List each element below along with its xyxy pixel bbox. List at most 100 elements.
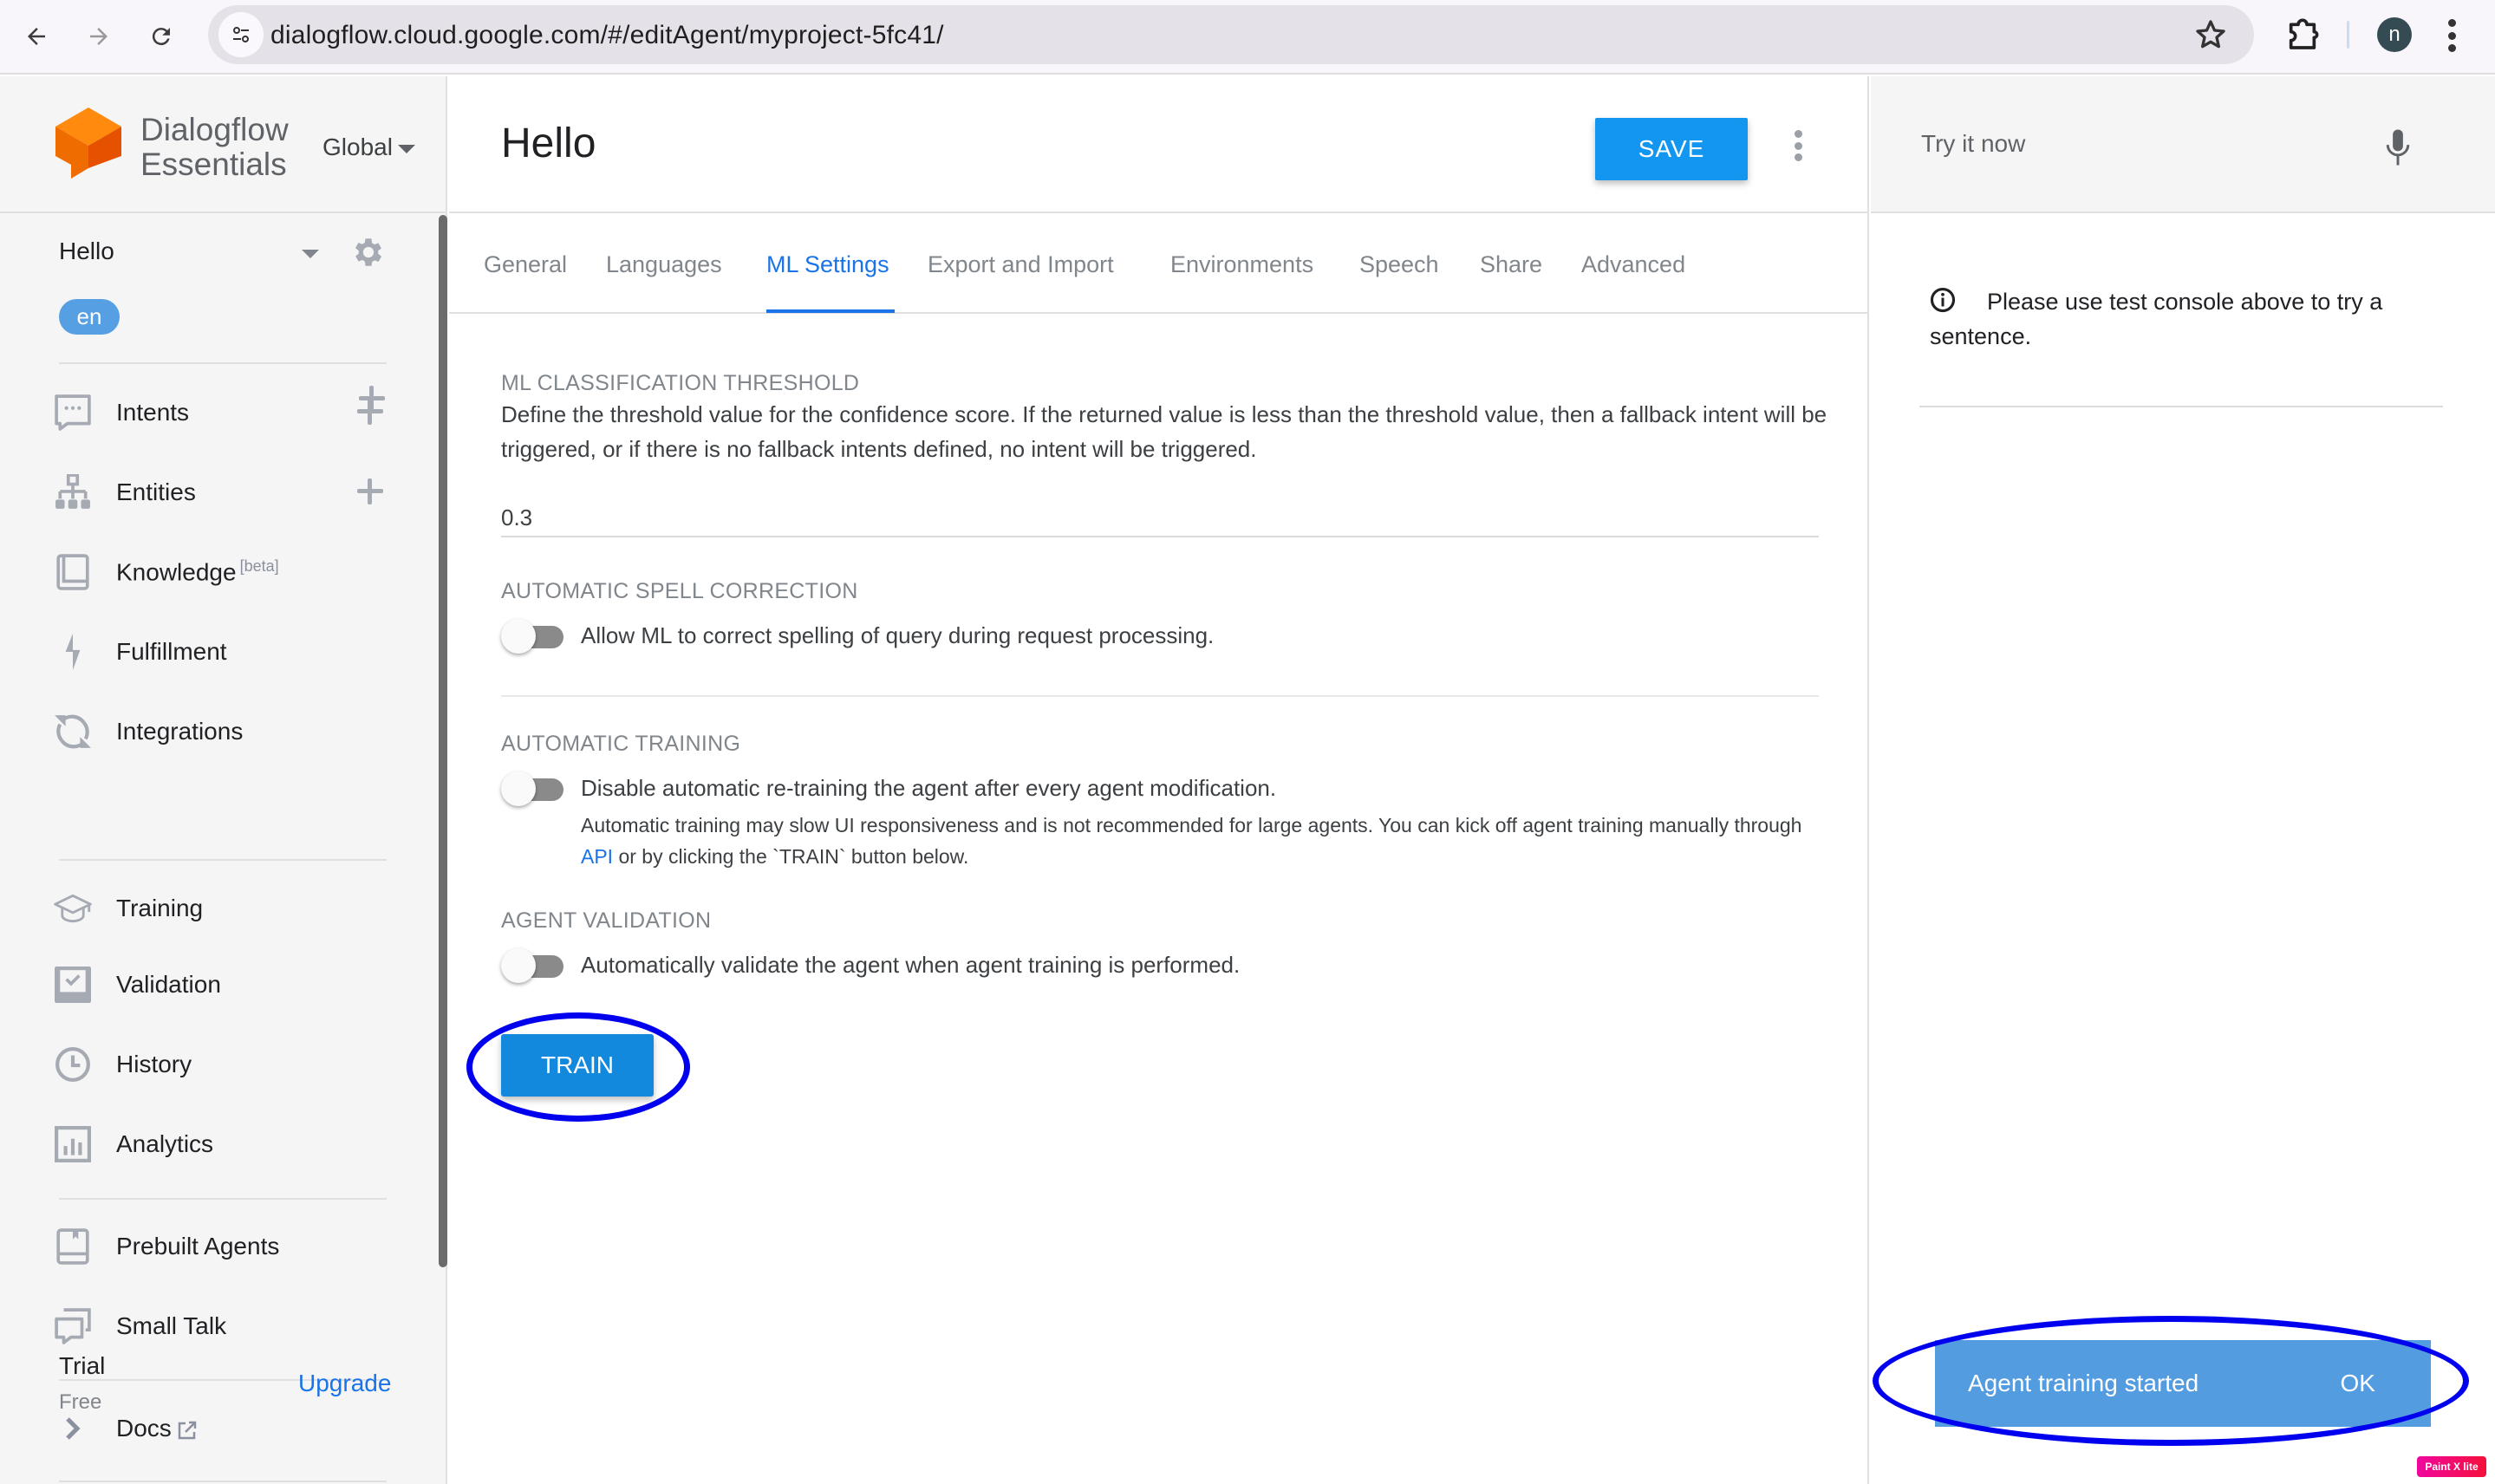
tab-share[interactable]: Share bbox=[1480, 251, 1542, 278]
address-bar[interactable]: dialogflow.cloud.google.com/#/editAgent/… bbox=[208, 5, 2254, 64]
snackbar-ok-button[interactable]: OK bbox=[2341, 1370, 2375, 1397]
divider bbox=[59, 362, 387, 364]
agent-validation-title: AGENT VALIDATION bbox=[501, 908, 712, 933]
analytics-icon bbox=[54, 1125, 92, 1163]
sidebar-item-docs[interactable]: Docs bbox=[54, 1403, 418, 1455]
validation-icon bbox=[54, 966, 92, 1004]
settings-tabs: General Languages ML Settings Export and… bbox=[449, 215, 1869, 314]
auto-training-title: AUTOMATIC TRAINING bbox=[501, 732, 741, 756]
train-button[interactable]: TRAIN bbox=[501, 1034, 654, 1097]
main-panel: Hello SAVE General Languages ML Settings… bbox=[449, 76, 1869, 1484]
tab-speech[interactable]: Speech bbox=[1359, 251, 1439, 278]
tab-ml-settings[interactable]: ML Settings bbox=[766, 251, 889, 278]
agent-selector[interactable]: Hello bbox=[59, 238, 397, 272]
sidebar-item-knowledge[interactable]: Knowledge [beta] bbox=[54, 546, 418, 598]
add-entity-button[interactable] bbox=[357, 478, 383, 504]
tab-general[interactable]: General bbox=[484, 251, 567, 278]
extensions-icon[interactable] bbox=[2285, 16, 2320, 54]
dialogflow-logo-icon[interactable] bbox=[55, 107, 121, 191]
url-text[interactable]: dialogflow.cloud.google.com/#/editAgent/… bbox=[270, 21, 944, 50]
region-selector[interactable]: Global bbox=[322, 133, 415, 161]
info-message: Please use test console above to try a s… bbox=[1930, 287, 2383, 349]
sidebar-item-training[interactable]: Training bbox=[54, 882, 418, 934]
upgrade-link[interactable]: Upgrade bbox=[298, 1370, 391, 1397]
tune-icon bbox=[233, 27, 249, 42]
bookmark-star-icon[interactable] bbox=[2193, 17, 2228, 52]
sidebar-item-fulfillment[interactable]: Fulfillment bbox=[54, 626, 418, 678]
test-console: Please use test console above to try a s… bbox=[1871, 76, 2495, 1484]
sidebar: Dialogflow Essentials Global Hello en In… bbox=[0, 76, 447, 1484]
divider bbox=[1919, 406, 2443, 407]
sidebar-scrollbar[interactable] bbox=[439, 215, 447, 1267]
try-it-bar bbox=[1871, 76, 2495, 213]
page-title: Hello bbox=[501, 120, 596, 166]
intents-icon bbox=[54, 394, 92, 432]
active-tab-indicator bbox=[766, 309, 895, 313]
spell-correction-title: AUTOMATIC SPELL CORRECTION bbox=[501, 579, 858, 603]
beta-badge: [beta] bbox=[239, 557, 279, 576]
external-link-icon bbox=[178, 1421, 197, 1439]
integrations-icon bbox=[54, 713, 92, 751]
tab-languages[interactable]: Languages bbox=[606, 251, 722, 278]
sidebar-item-history[interactable]: History bbox=[54, 1038, 418, 1090]
agent-validation-toggle[interactable] bbox=[501, 948, 563, 983]
microphone-icon[interactable] bbox=[2382, 128, 2414, 166]
info-icon bbox=[1930, 287, 1956, 313]
reload-icon bbox=[152, 28, 170, 46]
caret-down-icon[interactable] bbox=[302, 250, 319, 258]
small-talk-icon bbox=[54, 1307, 92, 1345]
tab-advanced[interactable]: Advanced bbox=[1581, 251, 1685, 278]
plan-label: Trial bbox=[59, 1352, 106, 1379]
tab-export-import[interactable]: Export and Import bbox=[928, 251, 1114, 278]
more-options-button[interactable] bbox=[1793, 130, 1803, 161]
logo-area: Dialogflow Essentials Global bbox=[0, 76, 447, 213]
main-header: Hello SAVE bbox=[449, 76, 1869, 213]
entities-icon bbox=[54, 473, 92, 511]
tab-environments[interactable]: Environments bbox=[1170, 251, 1313, 278]
language-pill[interactable]: en bbox=[59, 299, 120, 335]
prebuilt-agents-icon bbox=[54, 1227, 92, 1266]
caret-down-icon bbox=[397, 144, 415, 153]
plan-sub-label: Free bbox=[59, 1390, 102, 1414]
browser-toolbar: dialogflow.cloud.google.com/#/editAgent/… bbox=[0, 0, 2495, 75]
threshold-input[interactable] bbox=[501, 499, 1819, 537]
sidebar-item-prebuilt-agents[interactable]: Prebuilt Agents bbox=[54, 1220, 418, 1272]
try-it-input[interactable] bbox=[1921, 125, 2337, 163]
brand-name: Dialogflow Essentials bbox=[140, 112, 289, 182]
gear-icon[interactable] bbox=[350, 234, 387, 270]
fulfillment-icon bbox=[54, 633, 92, 671]
browser-menu-button[interactable] bbox=[2445, 19, 2459, 52]
agent-validation-label: Automatically validate the agent when ag… bbox=[581, 952, 1241, 978]
sidebar-item-integrations[interactable]: Integrations bbox=[54, 706, 418, 758]
profile-avatar[interactable]: n bbox=[2377, 17, 2412, 52]
divider bbox=[59, 859, 387, 861]
save-button[interactable]: SAVE bbox=[1595, 118, 1748, 180]
api-link[interactable]: API bbox=[581, 845, 613, 868]
auto-training-help: Automatic training may slow UI responsiv… bbox=[581, 814, 1802, 868]
spell-correction-toggle[interactable] bbox=[501, 619, 563, 654]
auto-training-label: Disable automatic re-training the agent … bbox=[581, 775, 1277, 801]
forward-button[interactable] bbox=[80, 17, 118, 55]
agent-name: Hello bbox=[59, 238, 114, 264]
training-icon bbox=[54, 889, 92, 928]
site-info-button[interactable] bbox=[218, 12, 264, 57]
toolbar-separator bbox=[2347, 21, 2349, 49]
sidebar-item-small-talk[interactable]: Small Talk bbox=[54, 1300, 418, 1352]
divider bbox=[59, 1481, 387, 1482]
sidebar-item-analytics[interactable]: Analytics bbox=[54, 1118, 418, 1170]
chevron-right-icon[interactable] bbox=[54, 1409, 92, 1448]
watermark-badge: Paint X lite bbox=[2417, 1456, 2486, 1477]
auto-training-toggle[interactable] bbox=[501, 771, 563, 806]
reload-button[interactable] bbox=[142, 17, 180, 55]
divider bbox=[501, 695, 1819, 697]
threshold-description: Define the threshold value for the confi… bbox=[501, 401, 1827, 462]
history-icon bbox=[54, 1045, 92, 1084]
sidebar-item-validation[interactable]: Validation bbox=[54, 959, 418, 1011]
threshold-title: ML CLASSIFICATION THRESHOLD bbox=[501, 371, 860, 395]
add-intent-button[interactable] bbox=[357, 399, 383, 425]
snackbar-message: Agent training started bbox=[1968, 1370, 2199, 1396]
knowledge-icon bbox=[54, 553, 92, 591]
spell-correction-label: Allow ML to correct spelling of query du… bbox=[581, 622, 1215, 648]
back-button[interactable] bbox=[17, 17, 55, 55]
arrow-right-icon bbox=[90, 28, 107, 45]
